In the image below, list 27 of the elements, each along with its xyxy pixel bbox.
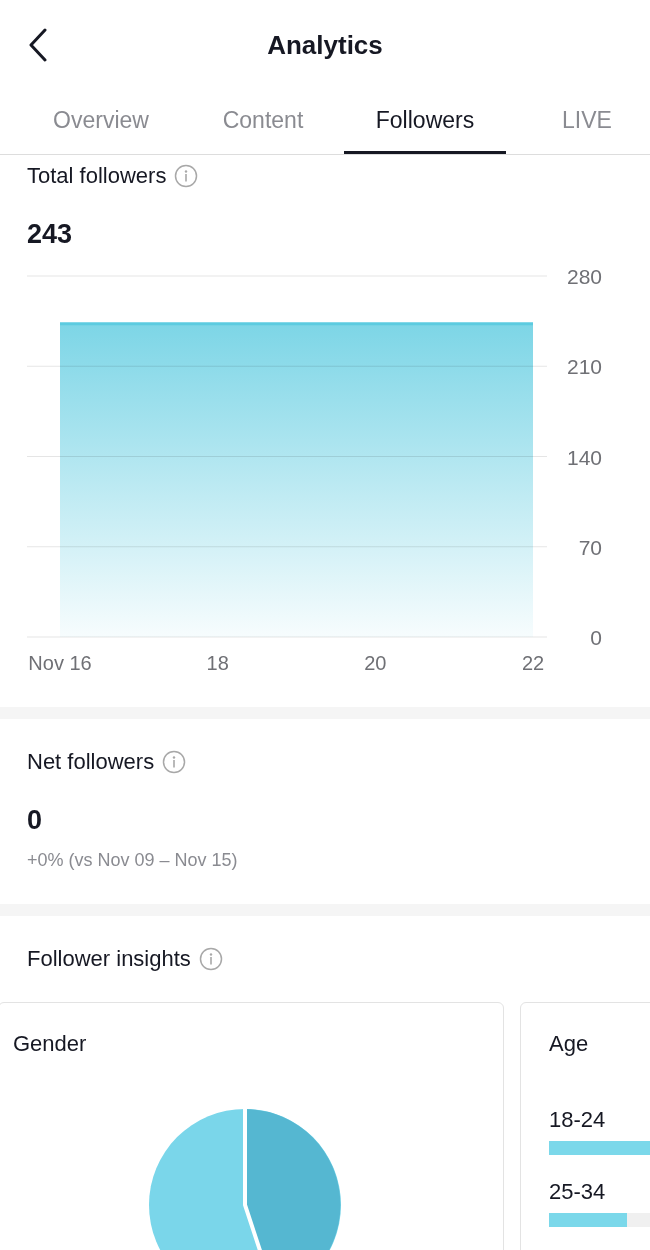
info-icon[interactable] [162,750,187,774]
info-icon[interactable] [198,947,223,971]
x-axis-label: Nov 16 [28,652,92,674]
x-axis-label: 18 [206,652,229,674]
net-followers-value: 0 [27,805,44,836]
tab[interactable]: Content [182,90,344,154]
y-axis-label: 210 [566,355,602,379]
section-title: Net followers [27,749,155,775]
section-title: Follower insights [27,946,191,972]
age-group-label: 18-24 [549,1107,606,1133]
y-axis-label: 280 [566,265,602,288]
comparison-text: +0% (vs Nov 09 – Nov 15) [27,850,239,871]
total-followers-value: 243 [27,219,74,250]
card-title: Age [549,1031,590,1057]
page-title: Analytics [267,29,383,61]
y-axis-label: 0 [590,626,602,649]
info-icon[interactable] [174,164,199,188]
tab[interactable]: Overview [20,90,182,154]
y-axis-label: 70 [578,535,602,559]
x-axis-label: 20 [364,652,387,674]
back-icon[interactable] [28,28,48,62]
x-axis-label: 22 [521,652,545,674]
tab[interactable]: LIVE [506,90,650,154]
section-title: Total followers [27,163,167,189]
y-axis-label: 140 [566,445,602,469]
card-title: Gender [13,1031,88,1057]
age-group-label: 25-34 [549,1179,606,1205]
